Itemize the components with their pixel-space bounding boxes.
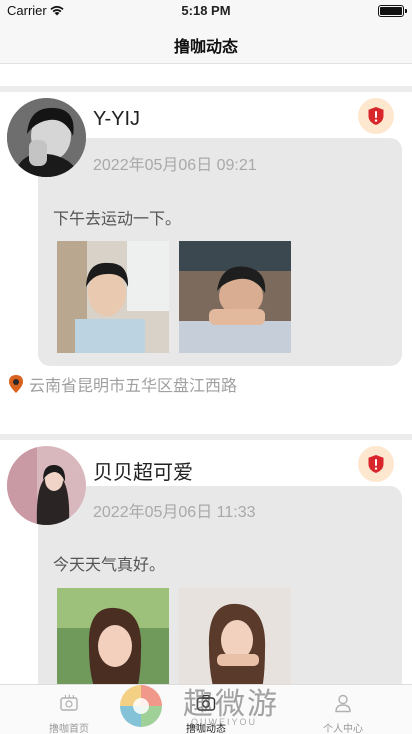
coffee-cup-icon <box>60 694 78 711</box>
post-photo[interactable] <box>57 241 169 353</box>
location-pin-icon <box>9 375 23 393</box>
user-avatar[interactable] <box>7 98 86 177</box>
post-photo[interactable] <box>179 241 291 353</box>
post-location[interactable]: 云南省昆明市五华区盘江西路 <box>8 373 237 395</box>
tab-label: 撸咖动态 <box>186 724 226 734</box>
post-date: 2022年05月06日 09:21 <box>93 157 257 174</box>
feed-list[interactable]: 2022年05月06日 09:21 下午去运动一下。 Y-YIJ 云南省昆明市五… <box>0 64 412 684</box>
post-username[interactable]: 贝贝超可爱 <box>93 456 193 485</box>
shield-alert-icon <box>368 107 384 125</box>
location-text: 云南省昆明市五华区盘江西路 <box>29 376 238 395</box>
report-button[interactable] <box>358 98 394 134</box>
report-button[interactable] <box>358 446 394 482</box>
tab-home[interactable]: 撸咖首页 <box>19 685 119 734</box>
tab-bar: 撸咖首页 撸咖动态 个人中心 <box>0 684 412 734</box>
post-card[interactable]: 2022年05月06日 11:33 今天天气真好。 <box>38 486 402 684</box>
tab-label: 撸咖首页 <box>49 724 89 734</box>
person-icon <box>335 694 351 713</box>
post-card[interactable]: 2022年05月06日 09:21 下午去运动一下。 <box>38 138 402 366</box>
post-text: 下午去运动一下。 <box>53 209 182 228</box>
post-photo[interactable] <box>179 588 291 684</box>
feed-post: 2022年05月06日 09:21 下午去运动一下。 Y-YIJ 云南省昆明市五… <box>0 92 412 438</box>
tab-moments[interactable]: 撸咖动态 <box>156 685 256 734</box>
shield-alert-icon <box>368 455 384 473</box>
post-date: 2022年05月06日 11:33 <box>93 504 256 521</box>
post-photo[interactable] <box>57 588 169 684</box>
page-title: 撸咖动态 <box>173 37 238 56</box>
navigation-bar: 撸咖动态 <box>0 22 412 64</box>
feed-post: 2022年05月06日 11:33 今天天气真好。 贝贝超可爱 <box>0 440 412 684</box>
post-text: 今天天气真好。 <box>53 555 166 574</box>
post-username[interactable]: Y-YIJ <box>93 108 140 131</box>
user-avatar[interactable] <box>7 446 86 525</box>
tab-label: 个人中心 <box>323 724 363 734</box>
status-bar: Carrier 5:18 PM <box>0 0 412 22</box>
battery-icon <box>378 5 407 17</box>
tab-profile[interactable]: 个人中心 <box>293 685 393 734</box>
clock: 5:18 PM <box>181 3 231 18</box>
camera-icon <box>196 694 216 711</box>
